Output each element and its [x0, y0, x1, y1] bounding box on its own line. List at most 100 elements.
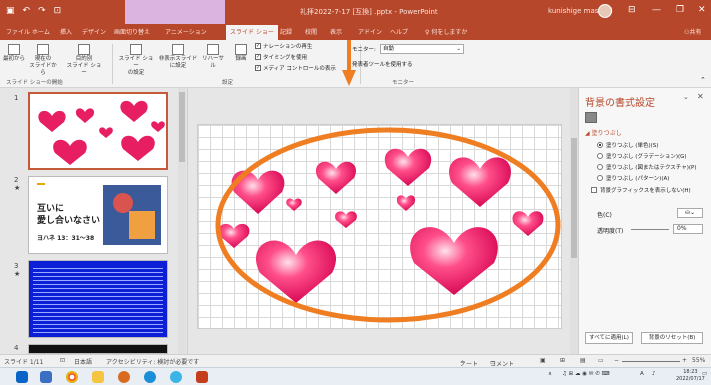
tab-design[interactable]: デザイン — [82, 27, 106, 36]
hide-slide-icon — [172, 44, 184, 55]
file-explorer-icon[interactable] — [92, 371, 104, 383]
edge-icon[interactable] — [144, 371, 156, 383]
slideshow-from-start-icon[interactable]: ⊡ — [54, 6, 62, 16]
custom-show-button[interactable]: 目的別 スライド ショー — [64, 44, 104, 77]
tab-review[interactable]: 校閲 — [305, 27, 317, 36]
tab-home[interactable]: ホーム — [32, 27, 50, 36]
scroll-thumb[interactable] — [179, 92, 185, 162]
slide-sorter-icon[interactable]: ⊞ — [560, 357, 565, 364]
reading-view-icon[interactable]: ▤ — [580, 357, 586, 364]
tab-addins[interactable]: アドイン — [358, 27, 382, 36]
zoom-in-icon[interactable]: + — [682, 357, 687, 364]
tab-record[interactable]: 記録 — [280, 27, 292, 36]
slide-number: 1 — [14, 94, 19, 102]
slide-thumbnail-3[interactable] — [28, 260, 168, 338]
zoom-slider[interactable] — [622, 361, 680, 362]
tray-apps-icon[interactable]: ♫ ⊞ ☁ ◉ ✉ ✆ ⌨ — [562, 371, 609, 377]
thumb-text-line3: ヨハネ 13：31～38 — [37, 235, 95, 242]
slide-thumbnail-1[interactable] — [28, 92, 168, 170]
close-icon[interactable]: ✕ — [697, 92, 704, 101]
rehearse-button[interactable]: リハーサル — [200, 44, 226, 70]
notification-icon[interactable]: ▭ — [702, 371, 707, 377]
scroll-thumb[interactable] — [571, 138, 577, 258]
play-narration-checkbox[interactable]: ✓ ナレーションの再生 — [255, 42, 312, 50]
transparency-input[interactable]: 0% — [673, 224, 703, 234]
redo-icon[interactable]: ↷ — [38, 6, 46, 16]
tab-help[interactable]: ヘルプ — [390, 27, 408, 36]
figure-head — [113, 193, 133, 213]
normal-view-icon[interactable]: ▣ — [540, 357, 546, 364]
tray-volume-icon[interactable]: ♪ — [652, 371, 656, 377]
undo-icon[interactable]: ↶ — [23, 6, 31, 16]
slideshow-current-icon — [37, 44, 49, 55]
figure-body — [129, 211, 155, 239]
use-timings-checkbox[interactable]: ✓ タイミングを使用 — [255, 53, 307, 61]
tab-transitions[interactable]: 画面切り替え — [114, 27, 150, 36]
tray-up-arrow-icon[interactable]: ∧ — [548, 371, 552, 377]
collapse-ribbon-icon[interactable]: ⌃ — [700, 76, 706, 84]
slide-thumbnail-2[interactable]: 互いに 愛し合いなさい ヨハネ 13：31～38 — [28, 176, 168, 254]
ribbon-display-options-icon[interactable]: ⊟ — [628, 5, 636, 15]
chrome-icon[interactable] — [66, 371, 78, 383]
windows-start-icon[interactable] — [16, 371, 28, 383]
fill-solid-radio[interactable]: 塗りつぶし (単色)(S) — [597, 141, 658, 149]
reset-background-button[interactable]: 背景のリセット(B) — [641, 332, 703, 344]
tell-me-search[interactable]: ♀ 何をしますか — [425, 27, 467, 36]
tab-slideshow[interactable]: スライド ショー — [226, 25, 278, 40]
firefox-icon[interactable] — [118, 371, 130, 383]
animation-star-icon: ★ — [14, 184, 21, 192]
tab-view[interactable]: 表示 — [330, 27, 342, 36]
color-picker-button[interactable]: ⛀⌄ — [677, 208, 703, 218]
fill-gradient-radio[interactable]: 塗りつぶし (グラデーション)(G) — [597, 152, 687, 160]
hide-slide-button[interactable]: 非表示スライド に設定 — [158, 44, 198, 70]
slide-thumbnail-4[interactable] — [28, 344, 168, 354]
window-title: 礼拝2022-7-17 [互換] .pptx - PowerPoint — [300, 8, 438, 16]
tab-animations[interactable]: アニメーション — [165, 27, 207, 36]
radio-icon — [597, 175, 603, 181]
fill-pattern-radio[interactable]: 塗りつぶし (パターン)(A) — [597, 174, 669, 182]
from-beginning-button[interactable]: 最初から — [2, 44, 26, 63]
show-media-controls-checkbox[interactable]: ✓ メディア コントロールの表示 — [255, 64, 336, 72]
tab-file[interactable]: ファイル — [6, 27, 30, 36]
pane-options-icon[interactable]: ⌄ — [683, 93, 689, 101]
fill-bucket-icon[interactable] — [585, 112, 597, 123]
save-icon[interactable]: ▣ — [6, 6, 15, 16]
slideshow-view-icon[interactable]: ▭ — [598, 357, 604, 364]
record-button[interactable]: 録画 — [230, 44, 252, 63]
editor-scrollbar[interactable] — [570, 88, 578, 354]
quick-access-toolbar: ▣ ↶ ↷ ⊡ — [6, 6, 61, 16]
hearts-background-image — [215, 127, 561, 323]
powerpoint-icon[interactable] — [196, 371, 208, 383]
fill-picture-radio[interactable]: 塗りつぶし (図またはテクスチャ)(P) — [597, 163, 696, 171]
slideshow-icon — [8, 44, 20, 55]
task-view-icon[interactable] — [40, 371, 52, 383]
presenter-view-checkbox[interactable]: 発表者ツールを使用する — [352, 60, 413, 68]
thumbnail-scrollbar[interactable] — [178, 88, 186, 354]
transparency-slider[interactable] — [631, 229, 669, 230]
setup-show-button[interactable]: スライド ショー の設定 — [118, 44, 154, 77]
taskbar-clock[interactable]: 18:23 2022/07/17 — [676, 369, 705, 383]
language-indicator[interactable]: 日本語 — [74, 357, 92, 366]
spellcheck-icon[interactable]: ⊡ — [60, 357, 65, 364]
accessibility-status[interactable]: アクセシビリティ: 検討が必要です — [106, 357, 199, 366]
apply-to-all-button[interactable]: すべてに適用(L) — [585, 332, 633, 344]
current-slide-canvas[interactable] — [197, 124, 562, 329]
tray-ime-icon[interactable]: A — [640, 371, 644, 377]
slide-number: 2 — [14, 176, 19, 184]
minimize-icon[interactable]: — — [652, 5, 661, 15]
skype-icon[interactable] — [170, 371, 182, 383]
fill-section-header[interactable]: ◢ 塗りつぶし — [585, 128, 622, 137]
monitor-dropdown[interactable]: 自動 ⌄ — [380, 44, 464, 54]
windows-taskbar: ∧ ♫ ⊞ ☁ ◉ ✉ ✆ ⌨ A ♪ 18:23 2022/07/17 ▭ — [0, 367, 711, 385]
zoom-level[interactable]: 55% — [692, 357, 705, 364]
close-icon[interactable]: ✕ — [698, 5, 706, 15]
hide-background-graphics-checkbox[interactable]: 背景グラフィックスを表示しない(H) — [591, 186, 691, 194]
avatar[interactable] — [598, 4, 612, 18]
maximize-icon[interactable]: ❐ — [676, 5, 684, 15]
tab-insert[interactable]: 挿入 — [60, 27, 72, 36]
from-current-button[interactable]: 現在の スライドから — [28, 44, 58, 77]
radio-icon — [597, 142, 603, 148]
checkbox-icon — [591, 187, 597, 193]
zoom-out-icon[interactable]: − — [614, 357, 619, 364]
share-button[interactable]: ⚇共有 — [684, 27, 701, 36]
